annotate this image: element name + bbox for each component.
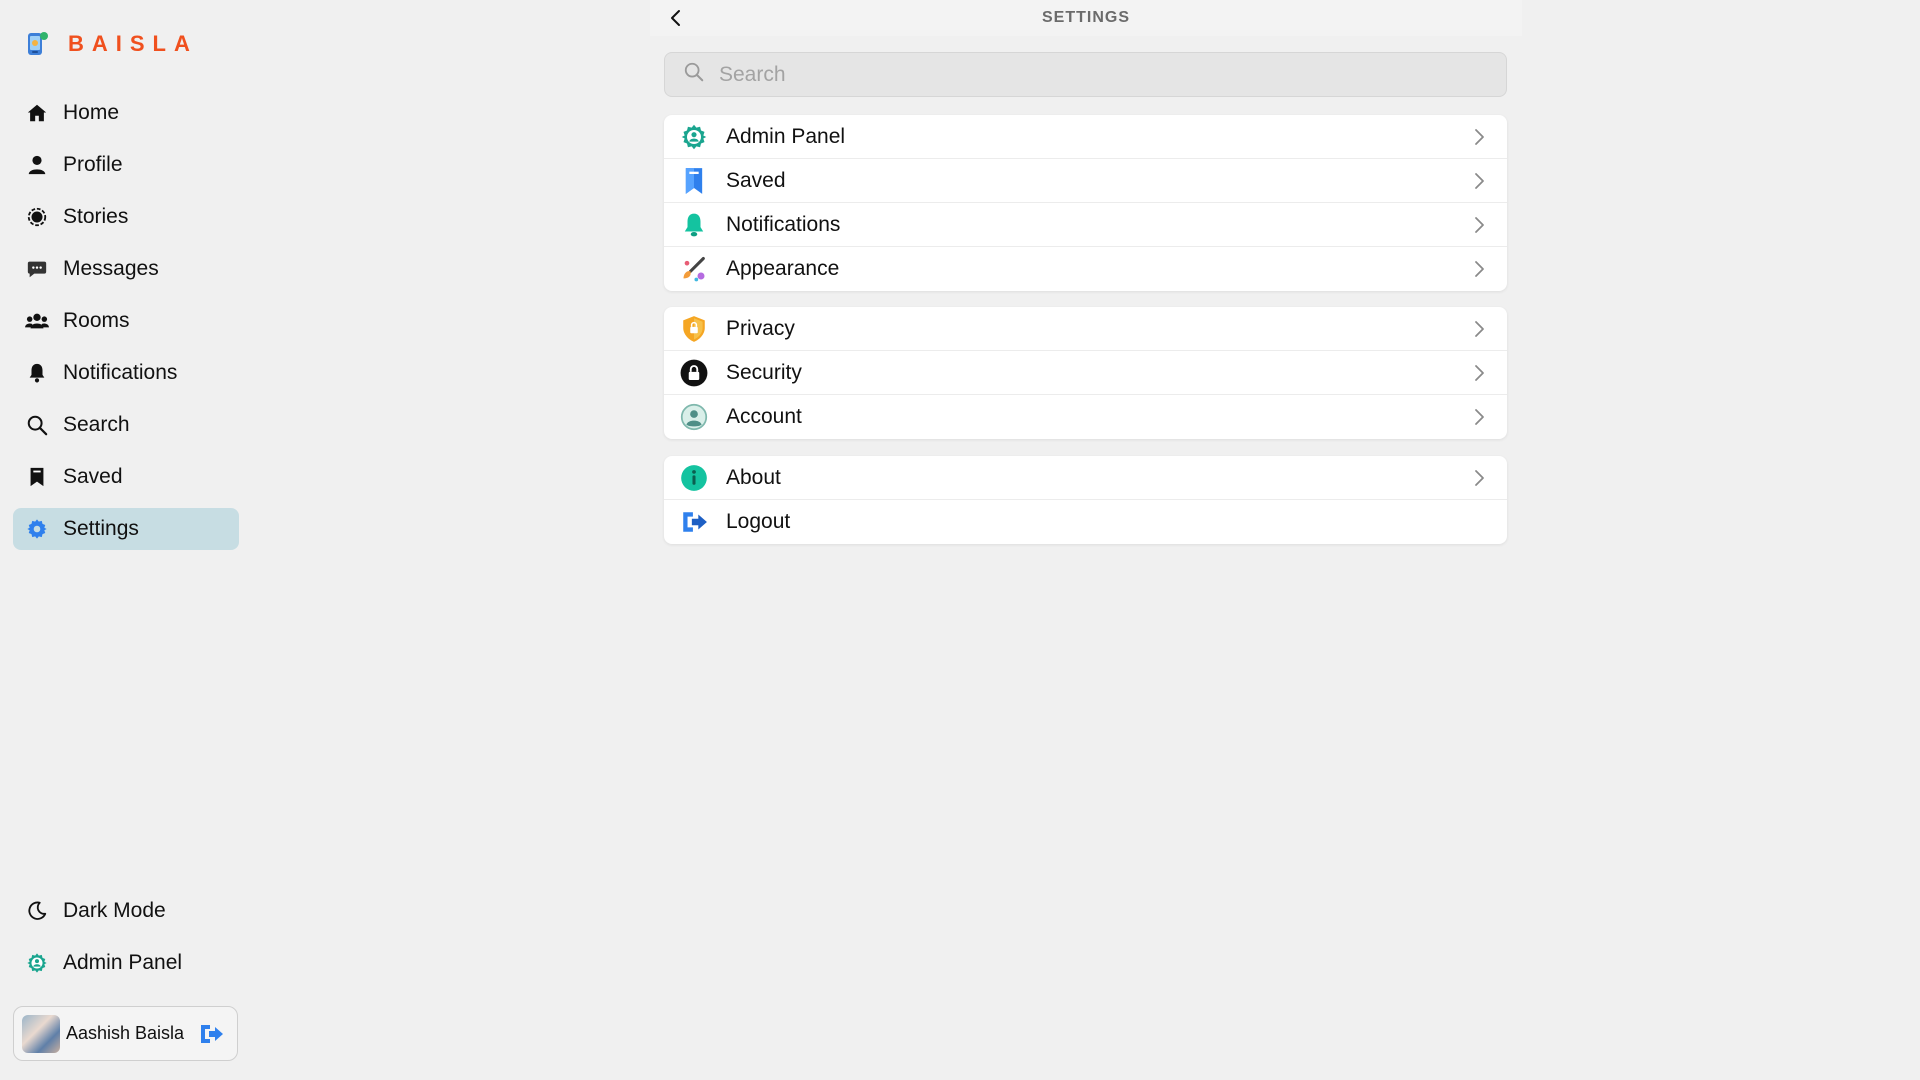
sidebar-item-label: Stories [63,205,129,228]
settings-item-label: Admin Panel [726,124,846,148]
sidebar-item-saved[interactable]: Saved [13,456,239,498]
user-circle-icon [680,403,708,431]
sidebar: BAISLA Home Profile Stories Messages Roo… [0,0,250,1080]
search-bar[interactable] [664,52,1507,97]
settings-item-label: Notifications [726,212,841,236]
settings-group-about: About Logout [664,456,1507,544]
sidebar-item-label: Settings [63,517,139,540]
sidebar-item-notifications[interactable]: Notifications [13,352,239,394]
chevron-right-icon [1475,470,1484,486]
sidebar-item-label: Admin Panel [63,951,183,974]
settings-item-notifications[interactable]: Notifications [664,203,1507,247]
profile-icon [25,153,49,177]
settings-item-security[interactable]: Security [664,351,1507,395]
logout-icon [680,508,708,536]
lock-icon [680,359,708,387]
sidebar-item-label: Notifications [63,361,178,384]
sidebar-item-label: Dark Mode [63,899,166,922]
brand[interactable]: BAISLA [26,30,198,58]
sidebar-item-label: Search [63,413,130,436]
chevron-right-icon [1475,321,1484,337]
rooms-icon [25,309,49,333]
sidebar-item-rooms[interactable]: Rooms [13,300,239,342]
settings-panel: SETTINGS Admin Panel Saved Notifica [650,0,1522,1080]
admin-icon [25,951,49,975]
settings-item-label: Appearance [726,257,840,280]
settings-item-appearance[interactable]: Appearance [664,247,1507,291]
user-card[interactable]: Aashish Baisla [13,1006,238,1061]
stories-icon [25,205,49,229]
settings-item-label: Logout [726,510,791,533]
chevron-right-icon [1475,173,1484,189]
brand-logo-icon [26,30,50,58]
messages-icon [25,257,49,281]
sidebar-item-search[interactable]: Search [13,404,239,446]
chevron-right-icon [1475,129,1484,145]
settings-item-privacy[interactable]: Privacy [664,307,1507,351]
settings-item-label: Account [726,405,802,428]
user-name: Aashish Baisla [66,1023,185,1043]
settings-item-label: Privacy [726,316,795,340]
chevron-right-icon [1475,409,1484,425]
settings-group-general: Admin Panel Saved Notifications Appearan… [664,115,1507,291]
settings-item-saved[interactable]: Saved [664,159,1507,203]
settings-group-privacy: Privacy Security Account [664,307,1507,439]
bookmark-icon [680,167,708,195]
settings-item-label: Saved [726,168,786,192]
sidebar-item-label: Saved [63,465,123,488]
search-icon [683,61,705,88]
brand-name: BAISLA [68,31,198,56]
sidebar-nav: Home Profile Stories Messages Rooms Noti… [13,92,239,560]
settings-item-admin-panel[interactable]: Admin Panel [664,115,1507,159]
search-icon [25,413,49,437]
sidebar-item-label: Messages [63,257,159,280]
shield-lock-icon [680,315,708,343]
settings-item-label: About [726,465,781,489]
chevron-right-icon [1475,261,1484,277]
dark-mode-toggle[interactable]: Dark Mode [13,890,239,932]
search-input[interactable] [719,62,1479,87]
sidebar-item-label: Rooms [63,309,130,332]
sidebar-item-admin-panel[interactable]: Admin Panel [13,942,239,984]
admin-icon [680,123,708,151]
top-bar: SETTINGS [650,0,1522,36]
settings-item-logout[interactable]: Logout [664,500,1507,544]
home-icon [25,101,49,125]
sidebar-bottom: Dark Mode Admin Panel [13,890,239,994]
sidebar-item-home[interactable]: Home [13,92,239,134]
bell-icon [25,361,49,385]
sidebar-item-messages[interactable]: Messages [13,248,239,290]
avatar [22,1014,60,1053]
chevron-right-icon [1475,217,1484,233]
sidebar-item-stories[interactable]: Stories [13,196,239,238]
chevron-right-icon [1475,365,1484,381]
settings-item-label: Security [726,360,802,384]
settings-item-about[interactable]: About [664,456,1507,500]
bookmark-icon [25,465,49,489]
moon-icon [25,899,49,923]
logout-icon[interactable] [198,1021,224,1047]
page-title: SETTINGS [1041,9,1130,26]
sidebar-item-label: Home [63,101,120,124]
bell-icon [680,211,708,239]
sidebar-item-label: Profile [63,153,123,176]
gear-icon [25,517,49,541]
settings-item-account[interactable]: Account [664,395,1507,439]
sidebar-item-profile[interactable]: Profile [13,144,239,186]
paint-brush-icon [680,255,708,283]
sidebar-item-settings[interactable]: Settings [13,508,239,550]
info-icon [680,464,708,492]
